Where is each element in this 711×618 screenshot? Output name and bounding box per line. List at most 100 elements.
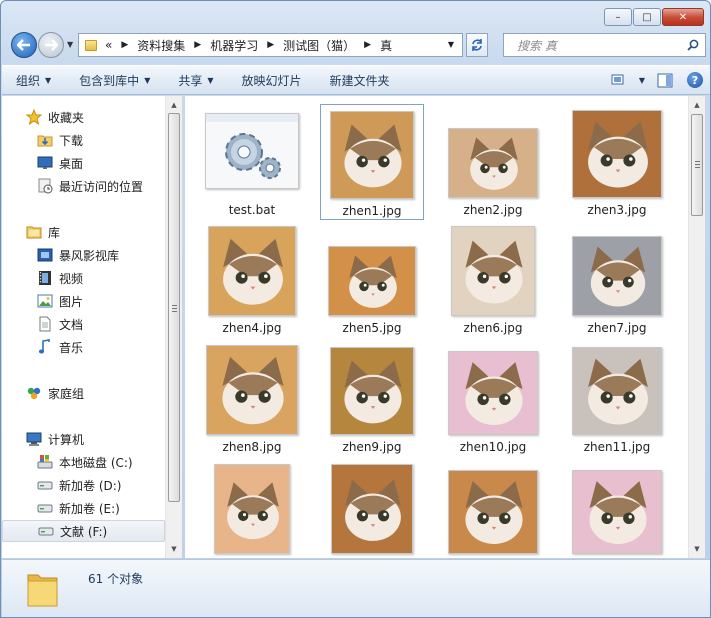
chevron-down-icon: ▼	[144, 75, 151, 85]
sidebar-item[interactable]: 视频	[2, 267, 165, 289]
new-folder-button[interactable]: 新建文件夹	[316, 66, 404, 94]
cat-photo-icon	[208, 226, 296, 316]
file-item[interactable]: zhen11.jpg	[565, 341, 669, 457]
forward-button[interactable]	[38, 32, 64, 58]
sidebar-item[interactable]: 文档	[2, 313, 165, 335]
address-overflow[interactable]: «	[102, 38, 115, 52]
sidebar-item-label: 新加卷 (E:)	[59, 501, 120, 516]
chevron-right-icon[interactable]: ▶	[364, 40, 371, 50]
chevron-right-icon[interactable]: ▶	[194, 40, 201, 50]
folder-icon	[27, 574, 58, 607]
file-item[interactable]	[200, 460, 304, 558]
file-item[interactable]: zhen10.jpg	[441, 341, 545, 457]
scroll-down-icon[interactable]: ▼	[689, 541, 705, 557]
sidebar-item[interactable]: 桌面	[2, 152, 165, 174]
sidebar-item-label: 新加卷 (D:)	[59, 478, 122, 493]
file-item[interactable]: zhen2.jpg	[441, 104, 545, 220]
file-item[interactable]: zhen5.jpg	[320, 222, 424, 338]
scroll-up-icon[interactable]: ▲	[166, 97, 182, 113]
address-segment[interactable]: 资料搜集	[134, 37, 188, 54]
library-icon	[26, 224, 42, 240]
help-button[interactable]: ?	[680, 66, 710, 94]
search-input[interactable]: 搜索 真	[503, 33, 706, 57]
file-item[interactable]	[441, 460, 545, 558]
content-scroll-thumb[interactable]	[691, 114, 703, 216]
sidebar-item[interactable]: 收藏夹	[2, 106, 165, 128]
video-library-icon	[37, 247, 53, 263]
file-item[interactable]: zhen3.jpg	[565, 104, 669, 220]
file-item[interactable]: zhen4.jpg	[200, 222, 304, 338]
chevron-down-icon: ▼	[207, 75, 214, 85]
search-icon[interactable]	[687, 39, 699, 51]
sidebar-item[interactable]: 新加卷 (D:)	[2, 474, 165, 496]
file-item[interactable]: zhen9.jpg	[320, 341, 424, 457]
sidebar-item-label: 文档	[59, 317, 84, 332]
sidebar-item[interactable]: 家庭组	[2, 382, 165, 404]
sidebar-item[interactable]: 新加卷 (E:)	[2, 497, 165, 519]
file-name: zhen7.jpg	[587, 321, 647, 335]
content-scrollbar[interactable]: ▲ ▼	[688, 96, 705, 558]
scroll-down-icon[interactable]: ▼	[166, 541, 182, 557]
sidebar-item[interactable]: 最近访问的位置	[2, 175, 165, 197]
cat-photo-icon	[448, 470, 538, 554]
address-segment[interactable]: 机器学习	[207, 37, 261, 54]
file-item[interactable]: zhen8.jpg	[200, 341, 304, 457]
forward-arrow-icon	[45, 39, 58, 51]
cat-photo-icon	[572, 110, 662, 198]
scroll-up-icon[interactable]: ▲	[689, 97, 705, 113]
address-segment-current[interactable]: 真	[377, 37, 395, 54]
sidebar-item[interactable]: 音乐	[2, 336, 165, 358]
sidebar-item[interactable]: 暴风影视库	[2, 244, 165, 266]
file-item[interactable]: test.bat	[200, 104, 304, 220]
file-item[interactable]	[565, 460, 669, 558]
sidebar-item[interactable]: 库	[2, 221, 165, 243]
chevron-right-icon[interactable]: ▶	[267, 40, 274, 50]
file-item[interactable]: zhen1.jpg	[320, 104, 424, 220]
preview-pane-button[interactable]	[650, 66, 680, 94]
recent-pages-dropdown-icon[interactable]: ▼	[67, 40, 73, 49]
maximize-button[interactable]: □	[633, 8, 661, 26]
address-segment[interactable]: 测试图（猫）	[280, 37, 358, 54]
minimize-button[interactable]: –	[604, 8, 632, 26]
address-bar[interactable]: « ▶ 资料搜集 ▶ 机器学习 ▶ 测试图（猫） ▶ 真 ▼	[78, 33, 463, 57]
file-name: zhen9.jpg	[342, 440, 402, 454]
include-in-library-menu[interactable]: 包含到库中 ▼	[65, 66, 164, 94]
close-button[interactable]: ✕	[662, 8, 704, 26]
chevron-right-icon[interactable]: ▶	[121, 40, 128, 50]
chevron-down-icon: ▼	[45, 75, 52, 85]
item-count: 61 个对象	[88, 572, 144, 586]
file-name: zhen6.jpg	[463, 321, 523, 335]
organize-menu[interactable]: 组织 ▼	[2, 66, 65, 94]
sidebar-item-label: 视频	[59, 271, 84, 286]
sidebar-item[interactable]: 本地磁盘 (C:)	[2, 451, 165, 473]
cat-photo-icon	[451, 226, 535, 316]
sidebar-item[interactable]: 计算机	[2, 428, 165, 450]
drive-icon	[38, 523, 54, 539]
computer-icon	[26, 431, 42, 447]
sidebar-item-label: 文献 (F:)	[60, 524, 108, 539]
file-name: zhen11.jpg	[583, 440, 651, 454]
sidebar-scroll-thumb[interactable]	[168, 113, 180, 502]
file-item[interactable]	[320, 460, 424, 558]
sidebar-item-label: 暴风影视库	[59, 248, 120, 263]
file-item[interactable]: zhen7.jpg	[565, 222, 669, 338]
file-item[interactable]: zhen6.jpg	[441, 222, 545, 338]
sidebar-item-label: 桌面	[59, 156, 84, 171]
view-dropdown-icon[interactable]: ▼	[634, 66, 650, 94]
sidebar-item[interactable]: 图片	[2, 290, 165, 312]
slideshow-label: 放映幻灯片	[241, 73, 302, 88]
file-name: test.bat	[228, 203, 276, 217]
share-menu[interactable]: 共享 ▼	[164, 66, 227, 94]
slideshow-button[interactable]: 放映幻灯片	[228, 66, 316, 94]
change-view-button[interactable]	[604, 66, 634, 94]
refresh-button[interactable]	[466, 33, 488, 57]
sidebar-scrollbar[interactable]: ▲ ▼	[165, 96, 182, 558]
cat-photo-icon	[330, 347, 414, 435]
sidebar-item[interactable]: 文献 (F:)	[2, 520, 165, 542]
cat-photo-icon	[448, 128, 538, 198]
address-history-dropdown-icon[interactable]: ▼	[448, 40, 454, 49]
back-button[interactable]	[11, 32, 37, 58]
sidebar-item-label: 下载	[59, 133, 84, 148]
system-drive-icon	[37, 454, 53, 470]
sidebar-item[interactable]: 下载	[2, 129, 165, 151]
